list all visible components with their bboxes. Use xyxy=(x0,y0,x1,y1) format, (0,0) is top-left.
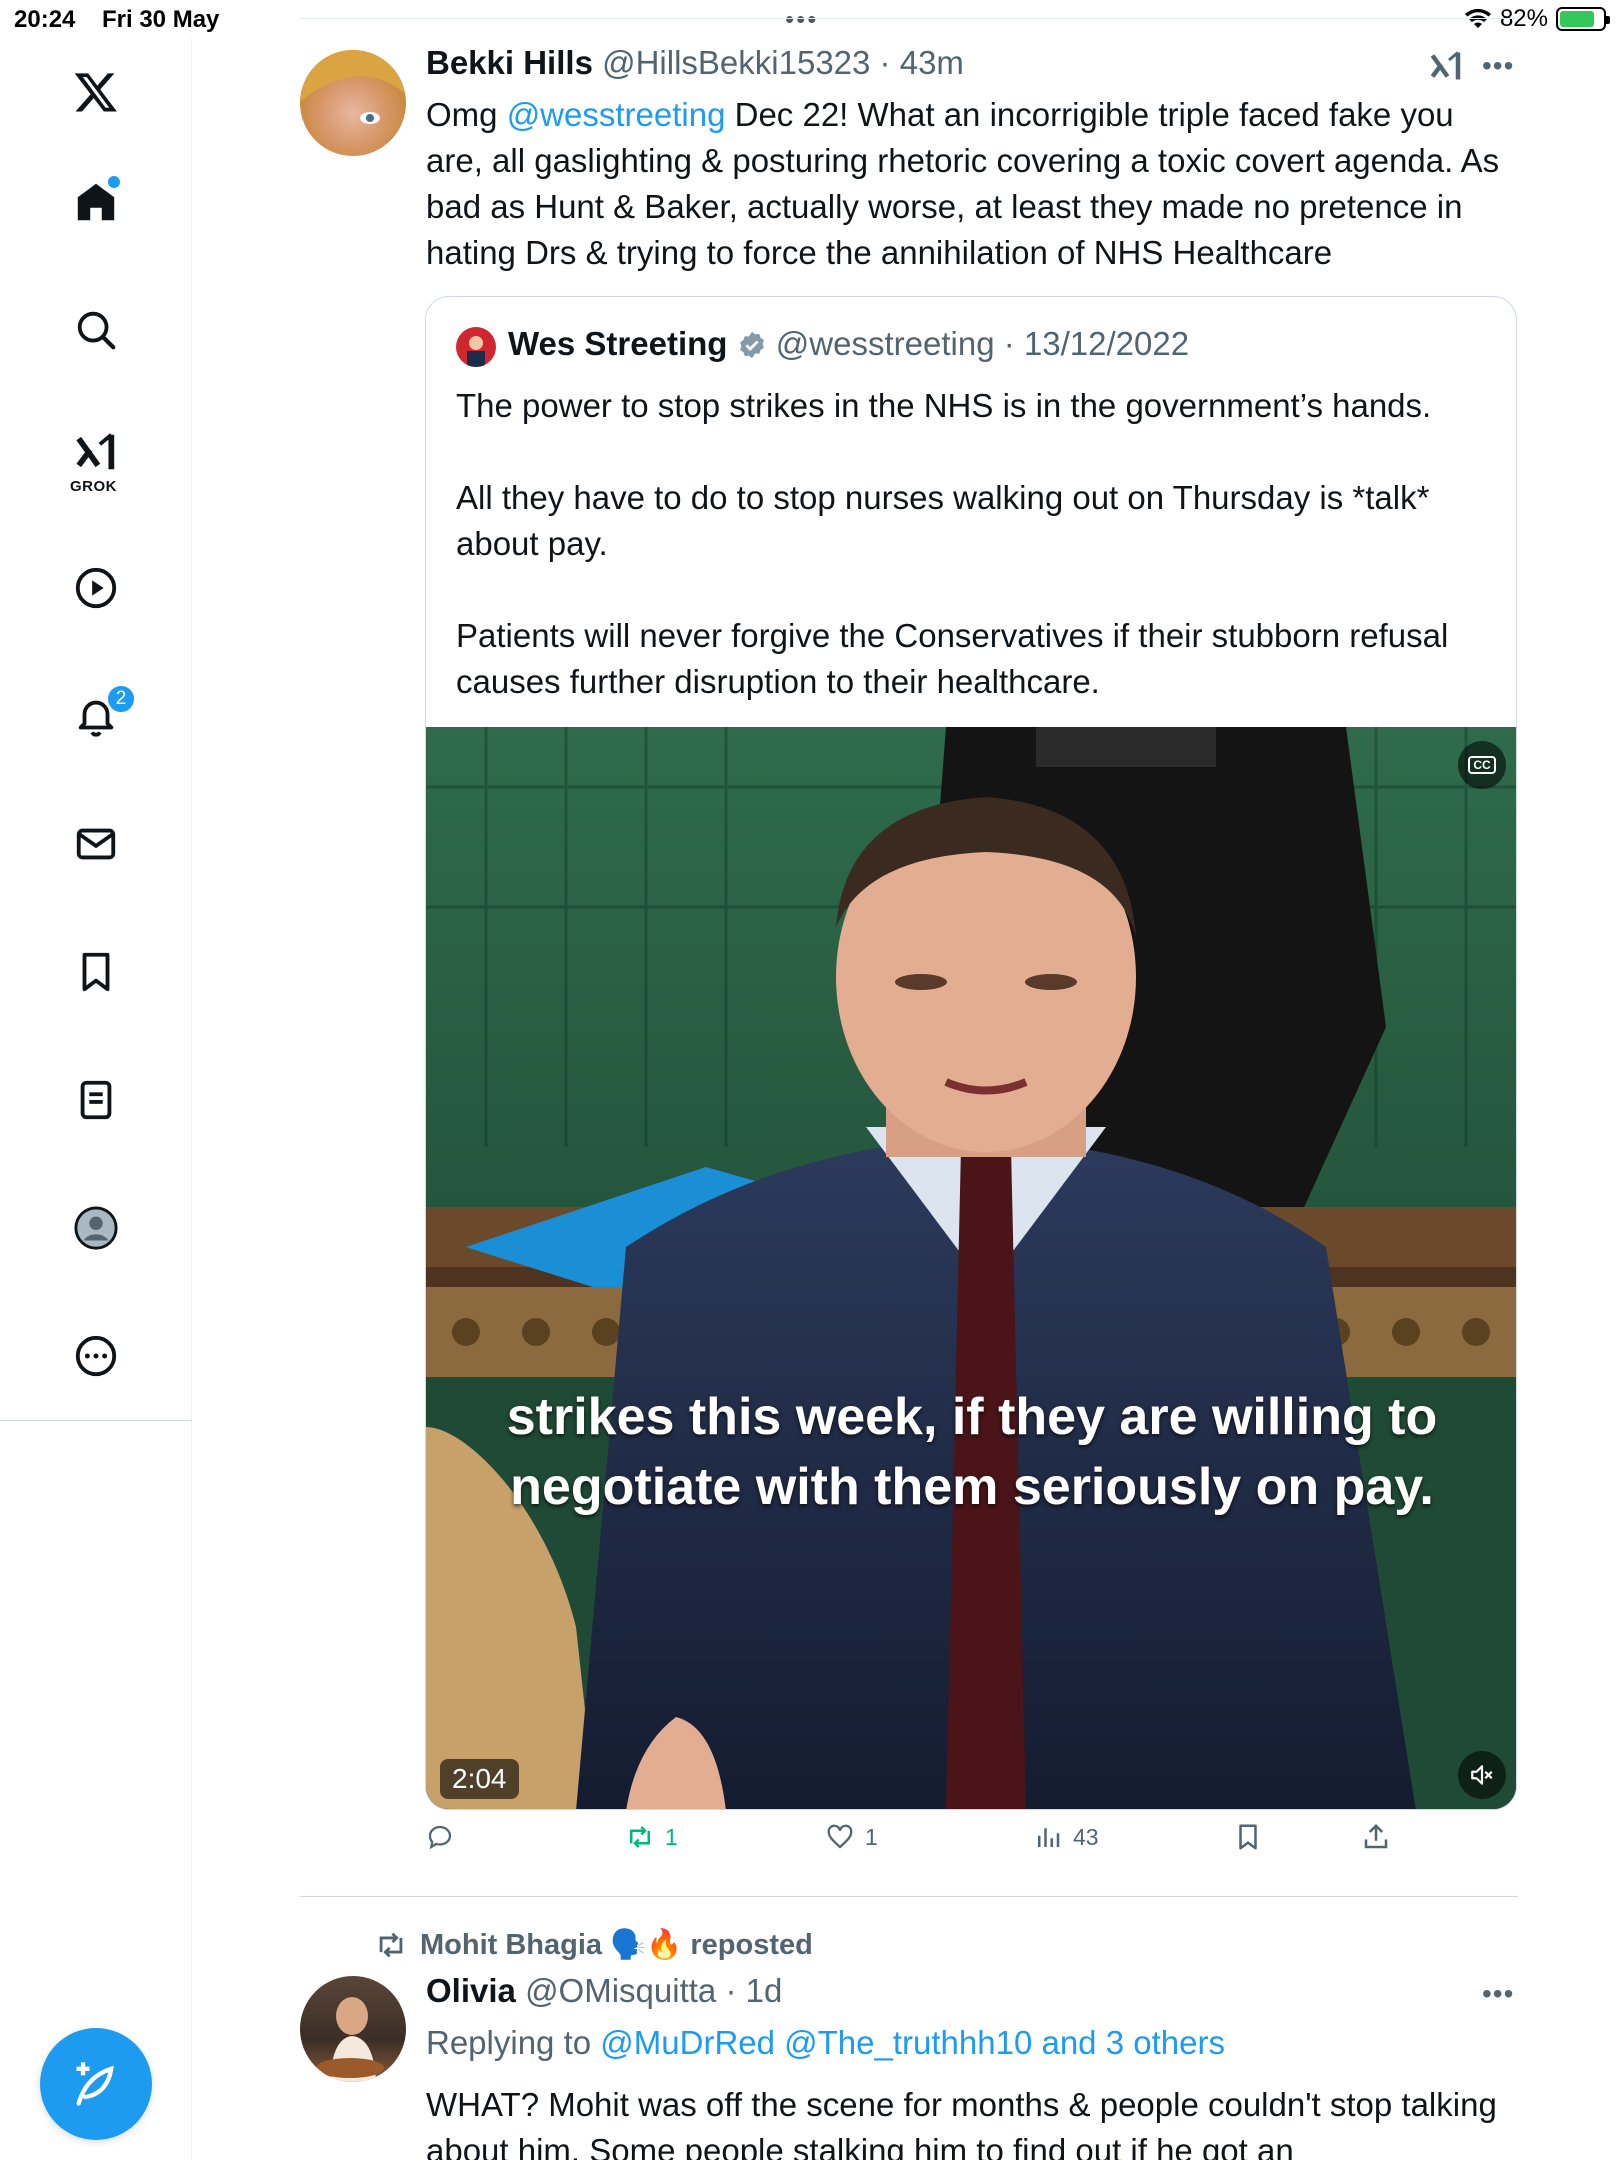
sidebar-item-search[interactable] xyxy=(66,300,126,360)
views-count: 43 xyxy=(1073,1823,1099,1850)
tweet-more-icon[interactable]: ••• xyxy=(1482,50,1514,82)
profile-avatar-icon xyxy=(74,1206,118,1250)
sidebar-item-home[interactable] xyxy=(66,172,126,232)
status-date: Fri 30 May xyxy=(102,6,220,33)
tweet-text-prefix: Omg xyxy=(426,96,507,133)
video-caption-line: strikes this week, if they are willing t… xyxy=(506,1388,1438,1446)
repost-button[interactable]: 1 xyxy=(625,1822,678,1852)
bookmark-icon xyxy=(1239,1824,1257,1850)
quote-header: Wes Streeting @wesstreeting · 13/12/2022 xyxy=(508,325,1190,362)
quote-paragraph: All they have to do to stop nurses walki… xyxy=(456,479,1430,562)
repost-icon xyxy=(630,1826,650,1848)
battery-icon xyxy=(1556,7,1610,31)
tweet-text: Omg @wesstreeting Dec 22! What an incorr… xyxy=(426,92,1516,276)
compose-feather-icon xyxy=(76,2062,114,2106)
bookmark-button[interactable] xyxy=(1233,1822,1263,1852)
like-button[interactable]: 1 xyxy=(825,1822,878,1852)
quoted-tweet[interactable]: Wes Streeting @wesstreeting · 13/12/2022… xyxy=(425,296,1517,1810)
quote-author-handle: @wesstreeting xyxy=(775,325,995,362)
repost-icon xyxy=(379,1932,403,1958)
verified-badge-icon xyxy=(739,331,764,359)
video-duration: 2:04 xyxy=(440,1759,519,1799)
analytics-icon xyxy=(1038,1828,1060,1847)
sidebar-item-profile[interactable] xyxy=(66,1198,126,1258)
repost-context: Mohit Bhagia 🗣️🔥 reposted xyxy=(374,1928,813,1962)
wifi-icon xyxy=(1464,8,1491,28)
sidebar-item-video[interactable] xyxy=(66,558,126,618)
mute-button[interactable] xyxy=(1458,1751,1506,1799)
author-name[interactable]: Olivia xyxy=(426,1972,516,2009)
sidebar: GROK 2 xyxy=(0,38,192,2160)
quote-text: The power to stop strikes in the NHS is … xyxy=(456,383,1496,705)
notifications-badge: 2 xyxy=(106,684,136,714)
sidebar-item-notifications[interactable]: 2 xyxy=(66,684,136,746)
like-count: 1 xyxy=(865,1823,878,1850)
sidebar-item-messages[interactable] xyxy=(66,814,126,874)
sidebar-item-lists[interactable] xyxy=(66,1070,126,1130)
quote-date: 13/12/2022 xyxy=(1023,325,1190,362)
tweet-time[interactable]: 1d xyxy=(746,1972,783,2009)
status-bar: 20:24 Fri 30 May ••• 82% xyxy=(0,0,1620,38)
compose-post-button[interactable] xyxy=(40,2028,152,2140)
sidebar-divider xyxy=(0,1420,192,1421)
tweet-actions: 1 1 43 xyxy=(425,1822,1515,1866)
sidebar-item-grok[interactable] xyxy=(66,422,126,482)
search-icon xyxy=(77,311,116,350)
quote-author-avatar xyxy=(456,327,496,367)
tweet-separator xyxy=(300,1896,1518,1897)
tweet-more-icon[interactable]: ••• xyxy=(1482,1978,1514,2010)
author-avatar[interactable] xyxy=(300,1976,406,2082)
avatar-photo xyxy=(316,1997,384,2082)
views-button[interactable]: 43 xyxy=(1033,1822,1099,1852)
multitasking-dots[interactable]: ••• xyxy=(785,4,818,35)
video-play-icon xyxy=(75,567,117,609)
author-handle[interactable]: @HillsBekki15323 xyxy=(602,44,870,81)
author-avatar[interactable] xyxy=(300,50,406,156)
tweet-time[interactable]: 43m xyxy=(900,44,964,81)
sidebar-item-more[interactable] xyxy=(66,1326,126,1386)
replying-label: Replying to xyxy=(426,2024,592,2061)
author-handle[interactable]: @OMisquitta xyxy=(525,1972,716,2009)
heart-icon xyxy=(827,1824,853,1849)
home-unread-dot xyxy=(108,176,120,188)
reply-button[interactable] xyxy=(425,1822,455,1852)
quote-paragraph: The power to stop strikes in the NHS is … xyxy=(456,387,1432,424)
speaker-muted-icon xyxy=(1471,1765,1493,1785)
video-caption-line: negotiate with them seriously on pay. xyxy=(510,1458,1434,1516)
mail-icon xyxy=(76,828,116,860)
captions-label: CC xyxy=(1468,756,1496,774)
tweet-mention[interactable]: @wesstreeting xyxy=(507,96,726,133)
replying-to: Replying to @MuDrRed @The_truthhh10 and … xyxy=(426,2024,1225,2062)
captions-button[interactable]: CC xyxy=(1458,741,1506,789)
share-button[interactable] xyxy=(1361,1822,1391,1852)
battery-percent: 82% xyxy=(1499,5,1548,32)
sidebar-item-bookmarks[interactable] xyxy=(66,942,126,1002)
quote-author-name: Wes Streeting xyxy=(508,325,728,362)
grok-label: GROK xyxy=(70,478,117,495)
replying-handles[interactable]: @MuDrRed @The_truthhh10 and 3 others xyxy=(600,2024,1225,2061)
reposted-by-label[interactable]: Mohit Bhagia 🗣️🔥 reposted xyxy=(420,1928,813,1962)
grok-explain-icon[interactable] xyxy=(1428,48,1464,84)
repost-count: 1 xyxy=(665,1823,678,1850)
bookmark-icon xyxy=(82,952,110,992)
share-icon xyxy=(1364,1823,1388,1849)
quote-paragraph: Patients will never forgive the Conserva… xyxy=(456,617,1449,700)
video-player[interactable]: CC strikes this week, if they are willin… xyxy=(426,727,1516,1809)
status-right: 82% xyxy=(1464,5,1610,33)
tweet-text: WHAT? Mohit was off the scene for months… xyxy=(426,2086,1497,2160)
status-time: 20:24 xyxy=(14,6,76,33)
video-frame xyxy=(426,727,1516,1809)
x-logo-icon[interactable] xyxy=(66,62,126,122)
more-circle-icon xyxy=(75,1335,117,1377)
grok-icon xyxy=(76,433,115,470)
author-name[interactable]: Bekki Hills xyxy=(426,44,593,81)
tweet-header: Bekki Hills @HillsBekki15323 · 43m xyxy=(426,44,964,81)
reply-icon xyxy=(428,1825,452,1850)
avatar-photo xyxy=(300,50,406,124)
feed-top-border xyxy=(300,18,1518,19)
tweet-header: Olivia @OMisquitta · 1d xyxy=(426,1972,783,2009)
list-icon xyxy=(80,1080,112,1120)
